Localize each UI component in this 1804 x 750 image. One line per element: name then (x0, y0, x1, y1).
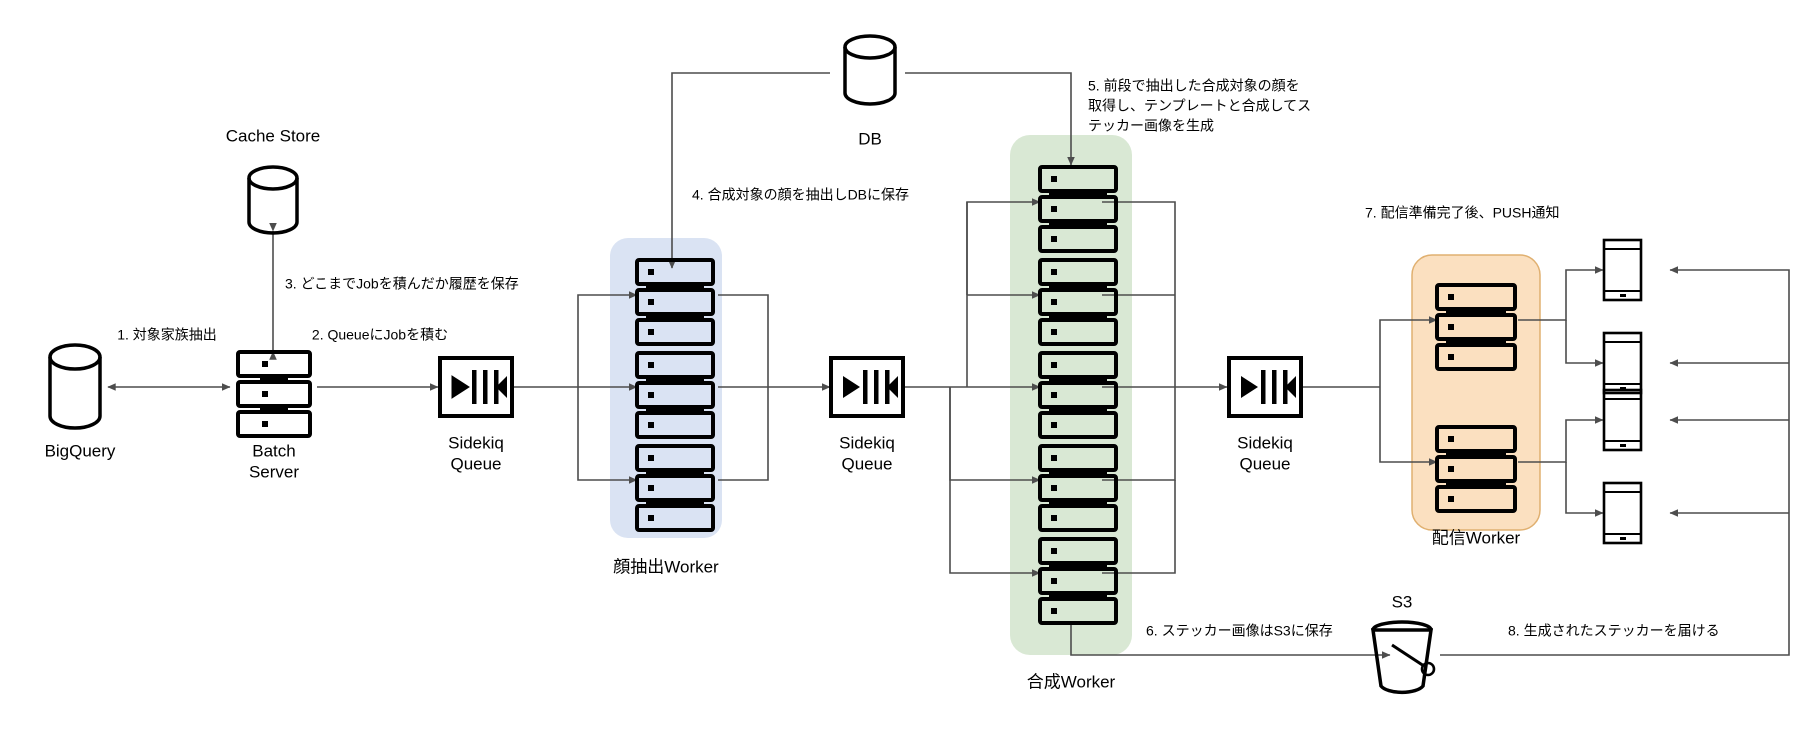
device-2[interactable] (1602, 331, 1643, 395)
cache-store-label: Cache Store (226, 126, 321, 145)
db-node[interactable]: DB (843, 34, 897, 148)
bigquery-label: BigQuery (45, 441, 116, 460)
sidekiq-queue-3-node[interactable]: Sidekiq Queue (1227, 356, 1303, 473)
smartphone-icon (1602, 481, 1643, 545)
sidekiq-queue-2-label-line2: Queue (841, 454, 892, 473)
queue-icon (1227, 356, 1303, 418)
connector-faceworkers-merge-bottom (718, 387, 769, 481)
sidekiq-queue-2-label-line1: Sidekiq (839, 433, 895, 452)
s3-label: S3 (1392, 592, 1413, 611)
sidekiq-queue-3-label-line1: Sidekiq (1237, 433, 1293, 452)
annotation-step5-line2: 取得し、テンプレートと合成してス (1088, 98, 1311, 114)
cache-store-node[interactable]: Cache Store (226, 126, 321, 235)
annotation-step8: 8. 生成されたステッカーを届ける (1508, 623, 1720, 639)
sidekiq-queue-1-label-line1: Sidekiq (448, 433, 504, 452)
device-3[interactable] (1602, 388, 1643, 452)
server-stack-icon (236, 350, 312, 438)
smartphone-icon (1602, 388, 1643, 452)
annotation-step4: 4. 合成対象の顔を抽出しDBに保存 (692, 187, 909, 203)
bigquery-node[interactable]: BigQuery (45, 343, 116, 460)
queue-icon (438, 356, 514, 418)
compose-worker-label: 合成Worker (1027, 672, 1116, 691)
database-cylinder-icon (247, 165, 299, 235)
db-label: DB (858, 129, 882, 148)
queue-icon (829, 356, 905, 418)
batch-server-label-line2: Server (249, 462, 299, 481)
architecture-diagram: BigQuery Cache Store DB S3 Batch Server … (0, 0, 1804, 750)
sidekiq-queue-1-node[interactable]: Sidekiq Queue (438, 356, 514, 473)
batch-server-label-line1: Batch (252, 441, 295, 460)
device-1[interactable] (1602, 238, 1643, 302)
smartphone-icon (1602, 331, 1643, 395)
batch-server-node[interactable]: Batch Server (236, 350, 312, 481)
s3-node[interactable]: S3 (1370, 592, 1436, 695)
annotation-step6: 6. ステッカー画像はS3に保存 (1146, 623, 1333, 639)
database-cylinder-icon (843, 34, 897, 106)
device-4[interactable] (1602, 481, 1643, 545)
sidekiq-queue-3-label-line2: Queue (1239, 454, 1290, 473)
compose-worker-group-box (1010, 135, 1132, 655)
face-worker-label: 顔抽出Worker (613, 557, 719, 576)
annotation-step3: 3. どこまでJobを積んだか履歴を保存 (285, 276, 519, 292)
annotation-step1: 1. 対象家族抽出 (117, 327, 217, 343)
smartphone-icon (1602, 238, 1643, 302)
annotation-step5-line3: テッカー画像を生成 (1088, 118, 1214, 134)
connector-deliveryworker-phone2 (1565, 320, 1604, 367)
connector-faceworkers-merge-top (718, 294, 769, 387)
delivery-worker-label: 配信Worker (1432, 528, 1521, 547)
sidekiq-queue-1-label-line2: Queue (450, 454, 501, 473)
connector-deliveryworker-phone4 (1565, 462, 1604, 517)
bucket-icon (1370, 620, 1436, 695)
sidekiq-queue-2-node[interactable]: Sidekiq Queue (829, 356, 905, 473)
annotation-step2: 2. QueueにJobを積む (312, 327, 448, 343)
annotation-step5-line1: 5. 前段で抽出した合成対象の顔を (1088, 78, 1300, 94)
annotation-step7: 7. 配信準備完了後、PUSH通知 (1365, 205, 1559, 221)
database-cylinder-icon (48, 343, 102, 430)
